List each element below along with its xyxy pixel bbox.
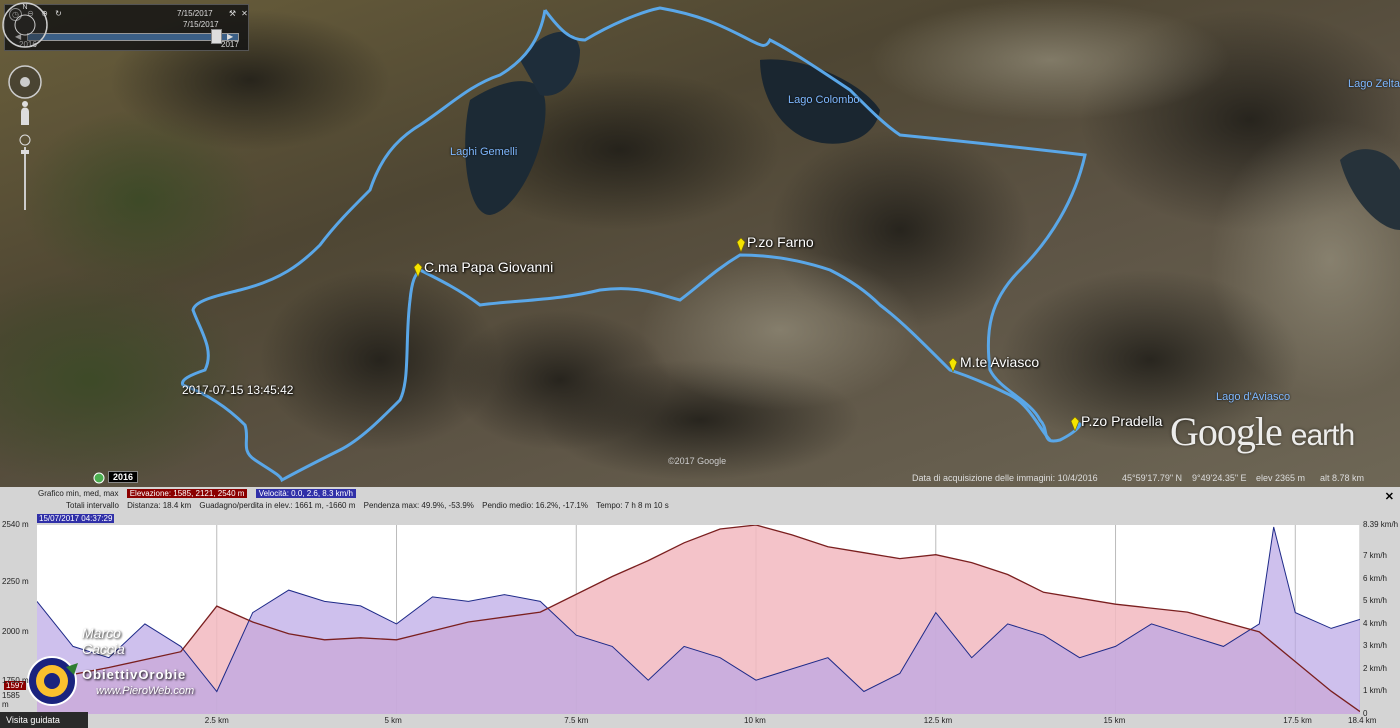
lake-label: Lago Colombo	[788, 94, 860, 106]
y-right-tick-label: 8.39 km/h	[1363, 520, 1399, 529]
watermark-url: www.PieroWeb.com	[96, 685, 195, 697]
close-profile-button[interactable]: ✕	[1385, 490, 1394, 503]
min-elevation: 1585 m	[2, 691, 20, 709]
profile-row-2: Totali intervallo Distanza: 18.4 km Guad…	[66, 501, 675, 510]
placemark-label[interactable]: P.zo Farno	[747, 234, 814, 250]
time-stat: Tempo: 7 h 8 m 10 s	[596, 501, 669, 510]
distance-stat: Distanza: 18.4 km	[127, 501, 192, 510]
guided-tour-button[interactable]: Visita guidata	[0, 712, 88, 728]
x-tick-label: 7.5 km	[564, 716, 589, 725]
elevation-readout: elev 2365 m	[1256, 473, 1306, 483]
lake-label: Lago d'Aviasco	[1216, 391, 1291, 403]
x-tick-label: 18.4 km	[1348, 716, 1377, 725]
x-tick-label: 2.5 km	[204, 716, 229, 725]
close-icon[interactable]: ✕	[239, 8, 250, 19]
totals-label: Totali intervallo	[66, 501, 119, 510]
altitude-readout: alt 8.78 km	[1320, 473, 1365, 483]
y-right-tick-label: 3 km/h	[1363, 641, 1388, 651]
y-right-tick-label: 7 km/h	[1363, 551, 1388, 561]
placemark-label[interactable]: P.zo Pradella	[1081, 413, 1162, 429]
acquisition-date: Data di acquisizione delle immagini: 10/…	[912, 473, 1098, 483]
gain-loss-stat: Guadagno/perdita in elev.: 1661 m, -1660…	[199, 501, 356, 510]
elevation-profile-panel: Grafico min, med, max Elevazione: 1585, …	[0, 487, 1400, 728]
y-left-tick-label: 2000 m	[2, 626, 29, 636]
latitude: 45°59'17.79" N	[1122, 473, 1183, 483]
time-slider-track[interactable]	[27, 33, 239, 41]
svg-text:N: N	[22, 4, 27, 11]
y-right-tick-label: 4 km/h	[1363, 618, 1388, 628]
x-tick-label: 15 km	[1103, 716, 1126, 725]
y-left-tick-label: 1750 m	[2, 676, 29, 686]
status-bar: Data di acquisizione delle immagini: 10/…	[0, 469, 1400, 487]
slope-max-stat: Pendenza max: 49.9%, -53.9%	[363, 501, 474, 510]
track-timestamp: 2017-07-15 13:45:42	[182, 383, 294, 397]
x-tick-label: 17.5 km	[1283, 716, 1312, 725]
map-view[interactable]: Laghi Gemelli Lago Colombo Lago Zelta La…	[0, 0, 1400, 487]
slider-date-second: 7/15/2017	[183, 20, 219, 29]
watermark-name: ObiettivOrobie	[82, 667, 187, 682]
placemark-label[interactable]: C.ma Papa Giovanni	[424, 259, 553, 275]
street-view-icon	[21, 107, 29, 125]
slider-year-end: 2017	[221, 40, 239, 49]
graph-label: Grafico min, med, max	[38, 489, 119, 498]
lake-label: Laghi Gemelli	[450, 146, 518, 158]
pushpin-icon[interactable]	[413, 263, 423, 277]
x-tick-label: 10 km	[744, 716, 766, 725]
y-left-tick-label: 2250 m	[2, 577, 29, 587]
obiettivorobie-logo	[27, 656, 78, 706]
longitude: 9°49'24.35" E	[1192, 473, 1247, 483]
profile-row-1: Grafico min, med, max Elevazione: 1585, …	[38, 489, 362, 498]
pushpin-icon[interactable]	[736, 238, 746, 252]
y-right-tick-label: 5 km/h	[1363, 596, 1388, 606]
x-tick-label: 12.5 km	[923, 716, 953, 725]
cursor-date: 15/07/2017 04:37:29	[37, 514, 115, 523]
slider-date-top: 7/15/2017	[177, 9, 213, 18]
elevation-stat[interactable]: Elevazione: 1585, 2121, 2540 m	[126, 489, 248, 498]
y-left-tick-label: 2540 m	[2, 520, 29, 529]
refresh-icon[interactable]: ↻	[53, 8, 64, 19]
x-tick-label: 5 km	[384, 716, 402, 725]
y-right-tick-label: 6 km/h	[1363, 573, 1388, 583]
y-right-tick-label: 2 km/h	[1363, 663, 1388, 673]
placemark-label[interactable]: M.te Aviasco	[960, 354, 1039, 370]
lake-label: Lago Zelta	[1348, 78, 1400, 90]
google-earth-logo: Google earth	[1170, 409, 1355, 454]
pushpin-icon[interactable]	[1070, 417, 1080, 431]
watermark-author: Marco Caccia	[82, 625, 125, 657]
profile-chart[interactable]	[37, 525, 1360, 714]
y-right-tick-label: 1 km/h	[1363, 686, 1388, 696]
copyright: ©2017 Google	[668, 456, 727, 466]
pushpin-icon[interactable]	[948, 358, 958, 372]
wrench-icon[interactable]: ⚒	[227, 8, 238, 19]
slope-avg-stat: Pendio medio: 16.2%, -17.1%	[482, 501, 588, 510]
navigation-controls[interactable]: N	[0, 0, 50, 220]
speed-stat[interactable]: Velocità: 0.0, 2.6, 8.3 km/h	[255, 489, 356, 498]
